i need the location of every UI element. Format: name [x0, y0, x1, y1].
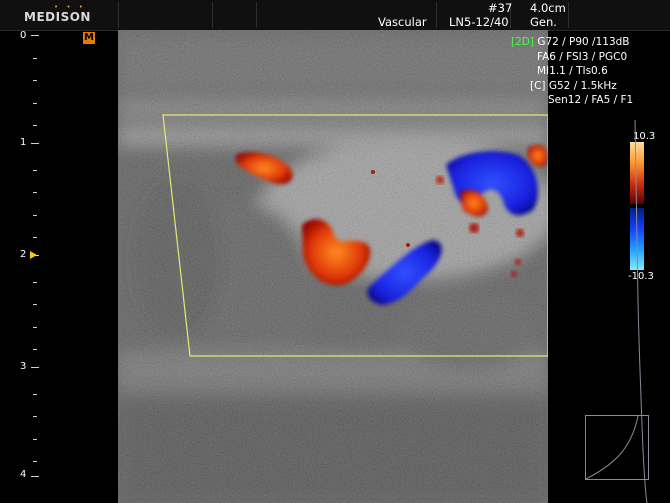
header-bar: • • • MEDISON #37 4.0cm Vascular LN5-12/… — [0, 0, 670, 31]
mode-badge: M — [83, 32, 95, 44]
focus-marker-icon[interactable] — [30, 251, 37, 259]
depth-tick — [33, 125, 37, 126]
header-divider — [256, 2, 257, 28]
depth-tick — [33, 461, 37, 462]
depth-label-1: 1 — [20, 137, 27, 148]
probe-label: LN5-12/40 — [449, 15, 509, 29]
header-divider — [568, 2, 569, 28]
depth-label-0: 0 — [20, 30, 27, 41]
param-color-line-1: [C] G52 / 1.5kHz — [530, 80, 617, 92]
depth-tick — [33, 80, 37, 81]
param-2d-line-3: MI1.1 / TIs0.6 — [537, 65, 608, 77]
preset-label: Gen. — [530, 15, 557, 29]
depth-tick — [33, 170, 37, 171]
depth-label-2: 2 — [20, 249, 27, 260]
param-color-line-2: Sen12 / FA5 / F1 — [548, 94, 634, 106]
brand-name: MEDISON — [24, 10, 91, 24]
depth-tick — [33, 237, 37, 238]
depth-tick — [31, 143, 39, 144]
param-2d-gain: G72 / P90 /113dB — [537, 36, 630, 48]
depth-tick — [33, 416, 37, 417]
tgc-panel[interactable] — [585, 415, 649, 480]
application-label: Vascular — [378, 15, 427, 29]
depth-tick — [33, 439, 37, 440]
depth-tick — [33, 103, 37, 104]
param-2d-line-2: FA6 / FSI3 / PGC0 — [537, 51, 628, 63]
tgc-ramp-icon — [585, 415, 639, 480]
depth-tick — [33, 394, 37, 395]
depth-tick — [33, 304, 37, 305]
depth-readout: 4.0cm — [530, 1, 566, 15]
depth-ruler: 0 1 2 3 4 — [0, 30, 40, 503]
depth-tick — [33, 282, 37, 283]
depth-tick — [31, 35, 39, 36]
header-divider — [118, 2, 119, 28]
depth-tick — [31, 476, 39, 477]
header-divider — [436, 2, 437, 28]
ultrasound-image[interactable] — [118, 30, 548, 503]
ultrasound-image-svg — [118, 30, 548, 503]
depth-label-3: 3 — [20, 361, 27, 372]
param-2d-line-1: [2D] G72 / P90 /113dB — [511, 36, 630, 48]
depth-tick — [33, 327, 37, 328]
depth-tick — [31, 367, 39, 368]
mode-2d-tag: [2D] — [511, 36, 534, 48]
depth-tick — [33, 349, 37, 350]
depth-tick — [33, 58, 37, 59]
brand-logo: • • • MEDISON — [10, 0, 106, 30]
frame-number: #37 — [488, 1, 513, 15]
depth-tick — [33, 192, 37, 193]
depth-label-4: 4 — [20, 469, 27, 480]
depth-tick — [33, 215, 37, 216]
header-divider — [212, 2, 213, 28]
